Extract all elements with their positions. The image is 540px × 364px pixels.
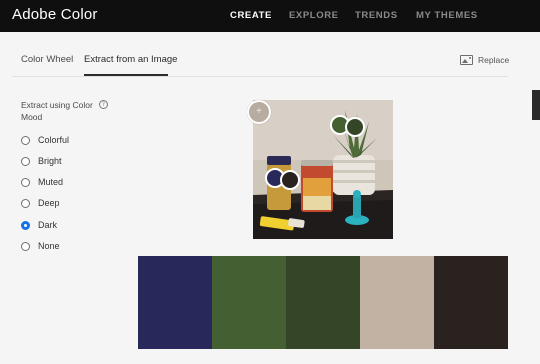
swatch-5[interactable] xyxy=(434,256,508,349)
radio-icon[interactable] xyxy=(21,198,30,208)
mood-option-deep[interactable]: Deep xyxy=(21,198,60,208)
add-color-handle[interactable]: + xyxy=(247,100,271,124)
nav-create[interactable]: CREATE xyxy=(230,10,272,21)
replace-button[interactable]: Replace xyxy=(460,55,509,65)
color-mood-label: Extract using Color Mood xyxy=(21,100,93,122)
swatch-3[interactable] xyxy=(286,256,360,349)
source-image[interactable] xyxy=(253,100,393,239)
nav-trends[interactable]: TRENDS xyxy=(355,10,398,21)
top-bar: Adobe Color CREATE EXPLORE TRENDS MY THE… xyxy=(0,0,540,32)
radio-icon[interactable] xyxy=(21,177,30,187)
swatch-1[interactable] xyxy=(138,256,212,349)
tabs-divider xyxy=(12,76,508,77)
radio-checked-icon[interactable] xyxy=(21,220,30,230)
photo-illustration xyxy=(253,100,393,239)
mood-option-bright[interactable]: Bright xyxy=(21,156,62,166)
mood-option-none[interactable]: None xyxy=(21,241,60,251)
tab-color-wheel[interactable]: Color Wheel xyxy=(21,54,73,65)
main-area: Color Wheel Extract from an Image Replac… xyxy=(0,32,540,364)
info-icon[interactable]: ? xyxy=(99,100,108,109)
swatch-4[interactable] xyxy=(360,256,434,349)
palette-swatches xyxy=(138,256,508,349)
mood-option-colorful[interactable]: Colorful xyxy=(21,135,69,145)
swatch-2[interactable] xyxy=(212,256,286,349)
mood-label: Colorful xyxy=(38,135,70,145)
radio-icon[interactable] xyxy=(21,241,30,251)
image-icon xyxy=(460,55,473,65)
nav-my-themes[interactable]: MY THEMES xyxy=(416,10,478,21)
app-title[interactable]: Adobe Color xyxy=(12,6,98,23)
mood-option-muted[interactable]: Muted xyxy=(21,177,63,187)
tab-extract-from-image[interactable]: Extract from an Image xyxy=(84,54,177,65)
mood-label: Deep xyxy=(38,198,60,208)
nav-explore[interactable]: EXPLORE xyxy=(289,10,339,21)
radio-icon[interactable] xyxy=(21,135,30,145)
radio-icon[interactable] xyxy=(21,156,30,166)
mood-label: None xyxy=(38,241,60,251)
replace-label: Replace xyxy=(478,55,510,65)
mood-label: Dark xyxy=(38,220,58,230)
side-panel-edge xyxy=(532,90,540,120)
mood-label: Muted xyxy=(38,177,64,187)
mood-label: Bright xyxy=(38,156,62,166)
mood-option-dark[interactable]: Dark xyxy=(21,220,57,230)
